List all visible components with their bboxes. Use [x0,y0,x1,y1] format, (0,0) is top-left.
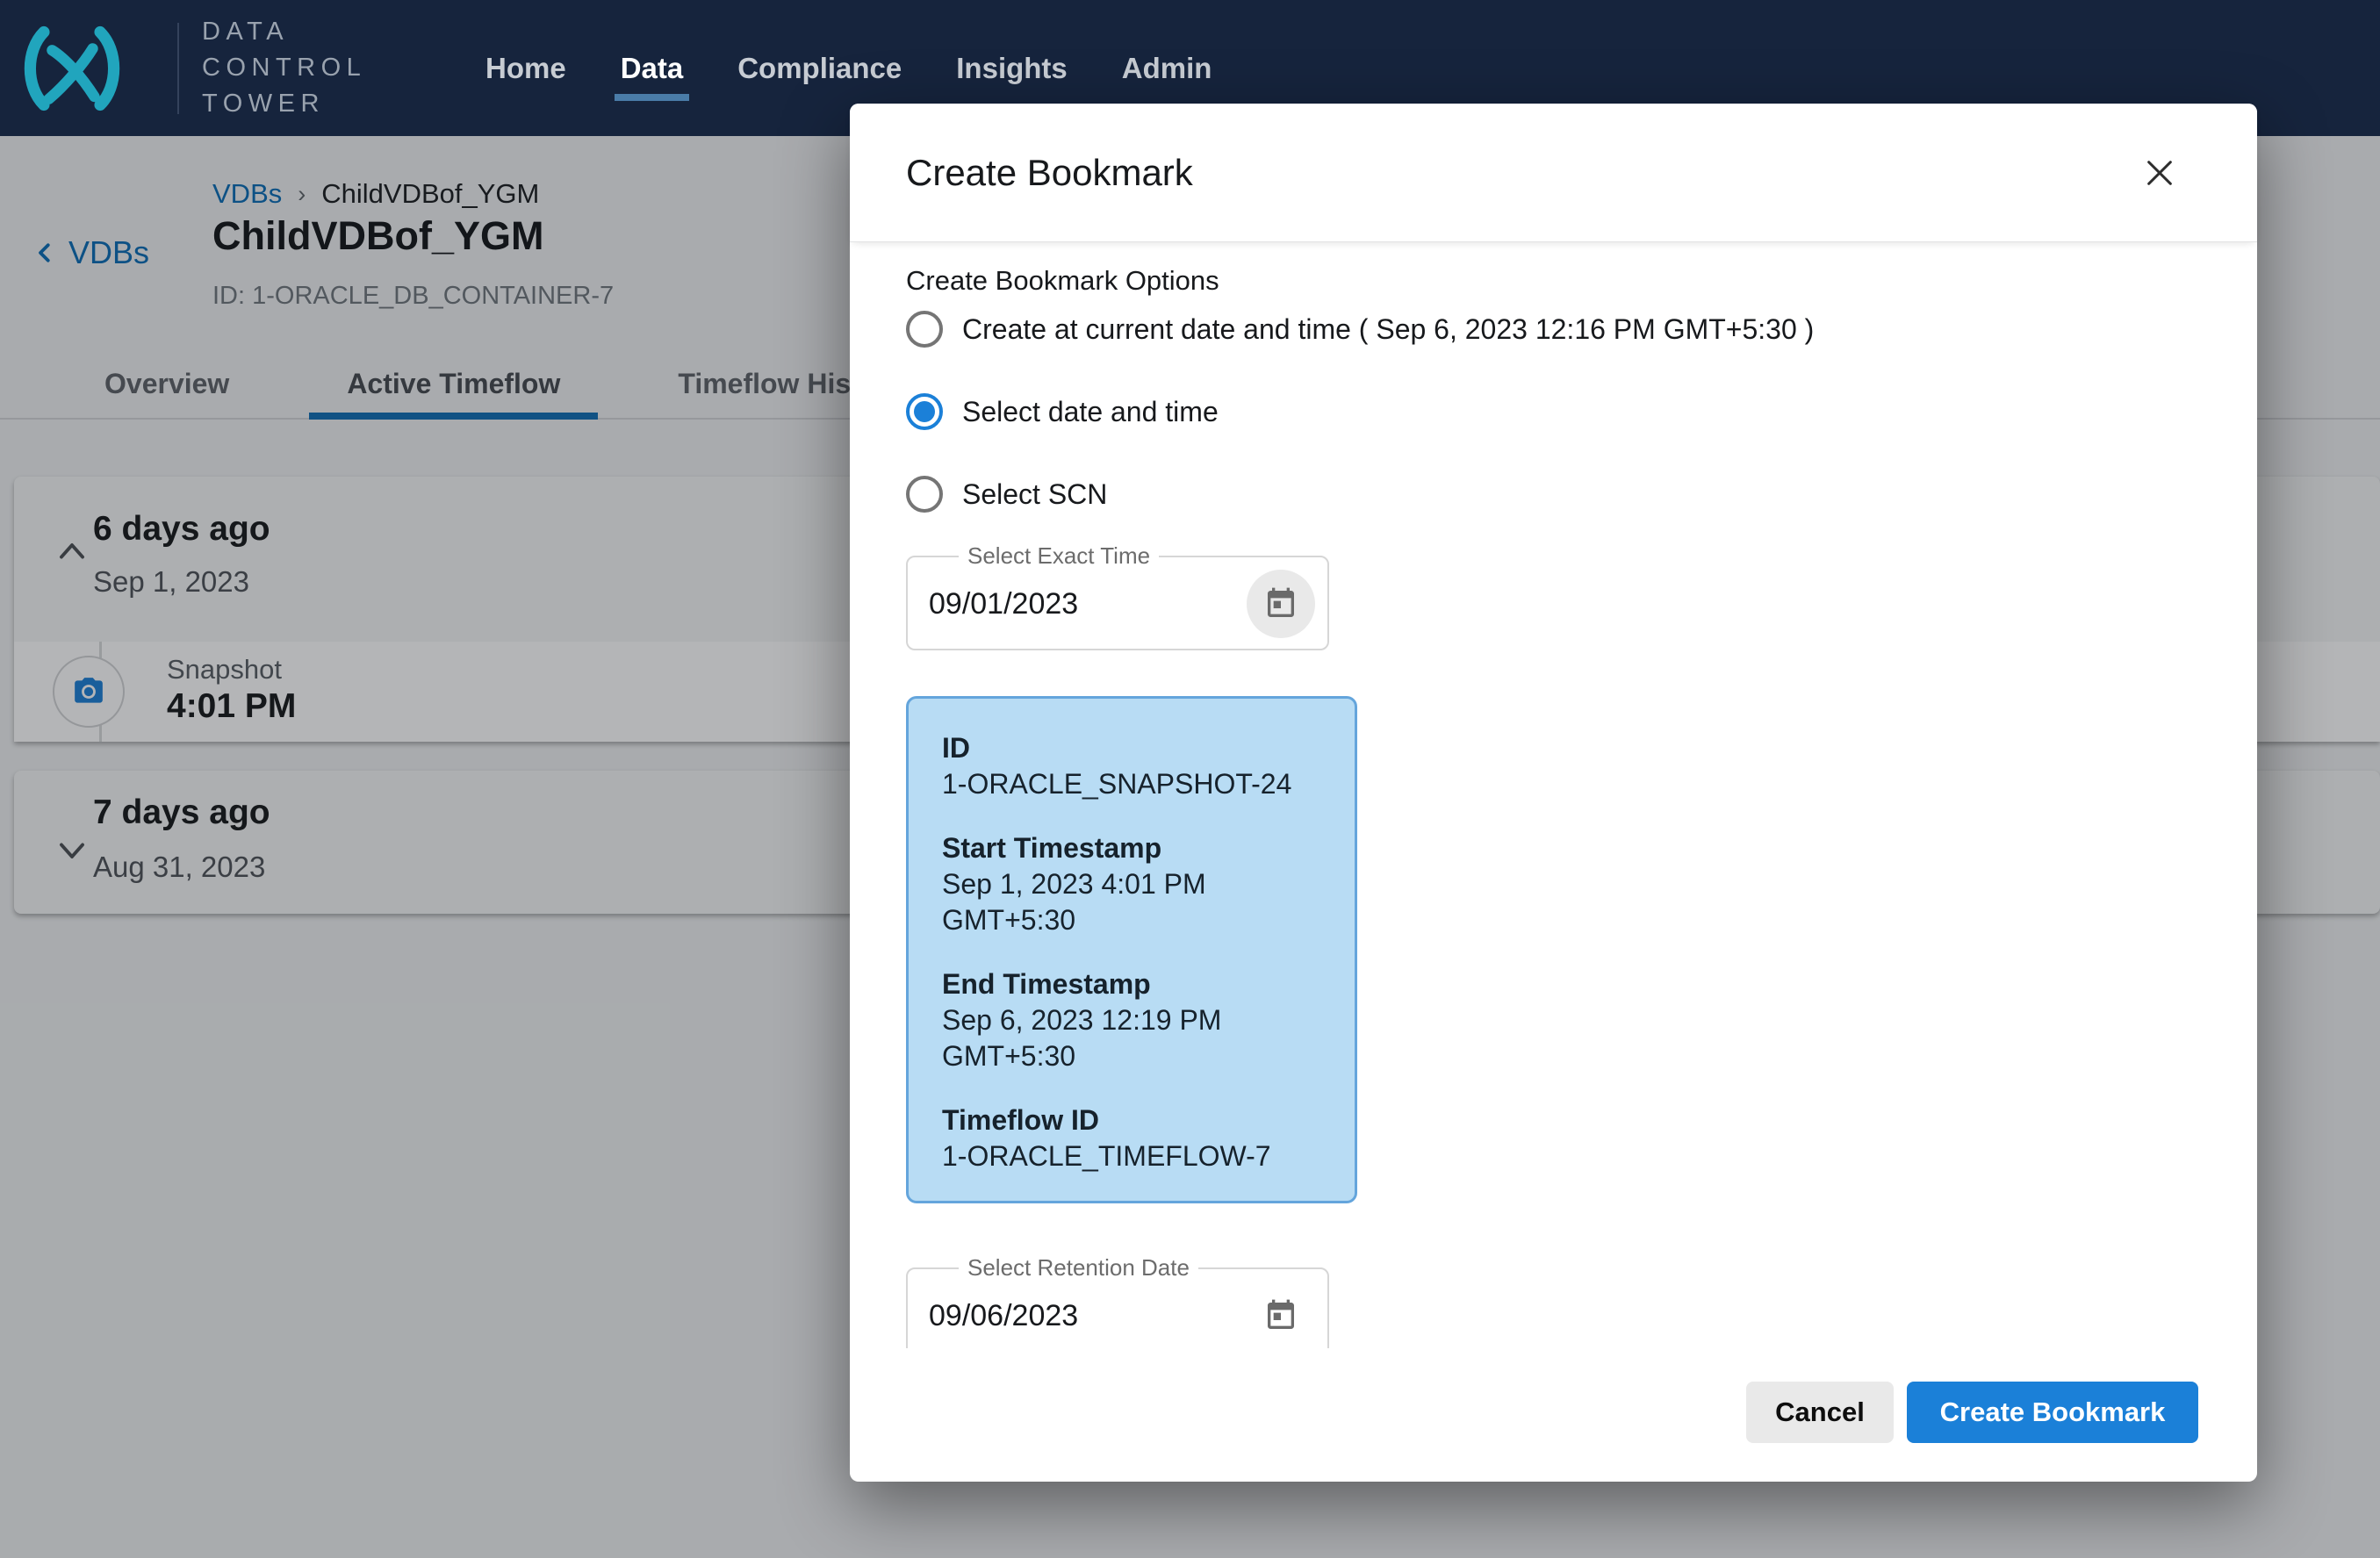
exact-time-field[interactable]: Select Exact Time 09/01/2023 [906,542,1329,650]
app-window: DATA CONTROL TOWER Home Data Compliance … [0,0,2380,1558]
cancel-button[interactable]: Cancel [1746,1382,1894,1443]
info-value: Sep 6, 2023 12:19 PM [942,1002,1330,1038]
info-field-end-timestamp: End Timestamp Sep 6, 2023 12:19 PM GMT+5… [942,966,1330,1074]
info-value: 1-ORACLE_SNAPSHOT-24 [942,766,1330,802]
radio-option-select-scn[interactable]: Select SCN [906,476,2201,513]
modal-header: Create Bookmark [850,104,2257,242]
info-label: Timeflow ID [942,1102,1330,1138]
dct-logo-icon [14,18,130,118]
info-label: Start Timestamp [942,830,1330,866]
brand-line: TOWER [202,86,366,122]
options-heading: Create Bookmark Options [906,265,2201,297]
nav-item-data[interactable]: Data [621,0,684,136]
radio-option-current-time[interactable]: Create at current date and time ( Sep 6,… [906,311,2201,348]
retention-date-field-label: Select Retention Date [959,1254,1198,1282]
close-icon [2141,154,2178,191]
info-field-id: ID 1-ORACLE_SNAPSHOT-24 [942,730,1330,802]
brand-line: CONTROL [202,50,366,86]
retention-date-field[interactable]: Select Retention Date 09/06/2023 [906,1254,1329,1348]
calendar-icon [1263,1298,1298,1333]
calendar-icon [1263,586,1298,621]
retention-calendar-button[interactable] [1247,1282,1315,1348]
radio-label: Select SCN [962,478,1107,511]
nav-item-home[interactable]: Home [485,0,566,136]
info-value: 1-ORACLE_TIMEFLOW-7 [942,1138,1330,1174]
radio-unselected-icon[interactable] [906,311,943,348]
brand-divider [177,23,179,114]
radio-label: Select date and time [962,396,1219,428]
info-field-timeflow-id: Timeflow ID 1-ORACLE_TIMEFLOW-7 [942,1102,1330,1174]
brand-wordmark: DATA CONTROL TOWER [202,14,366,122]
info-value: GMT+5:30 [942,1038,1330,1074]
radio-unselected-icon[interactable] [906,476,943,513]
brand-line: DATA [202,14,366,50]
exact-time-calendar-button[interactable] [1247,570,1315,638]
info-label: ID [942,730,1330,766]
create-bookmark-modal: Create Bookmark Create Bookmark Options … [850,104,2257,1482]
exact-time-input[interactable]: 09/01/2023 [929,587,1247,621]
info-value: Sep 1, 2023 4:01 PM [942,866,1330,902]
radio-option-select-date-time[interactable]: Select date and time [906,393,2201,430]
modal-title: Create Bookmark [906,152,1193,194]
retention-date-input[interactable]: 09/06/2023 [929,1299,1247,1333]
info-label: End Timestamp [942,966,1330,1002]
close-button[interactable] [2136,149,2183,197]
info-value: GMT+5:30 [942,902,1330,938]
radio-selected-icon[interactable] [906,393,943,430]
snapshot-info-panel: ID 1-ORACLE_SNAPSHOT-24 Start Timestamp … [906,696,1357,1203]
modal-body: Create Bookmark Options Create at curren… [850,242,2257,1348]
info-field-start-timestamp: Start Timestamp Sep 1, 2023 4:01 PM GMT+… [942,830,1330,938]
radio-label: Create at current date and time ( Sep 6,… [962,313,1814,346]
exact-time-field-label: Select Exact Time [959,542,1159,570]
create-bookmark-button[interactable]: Create Bookmark [1907,1382,2198,1443]
modal-footer: Cancel Create Bookmark [850,1348,2257,1482]
